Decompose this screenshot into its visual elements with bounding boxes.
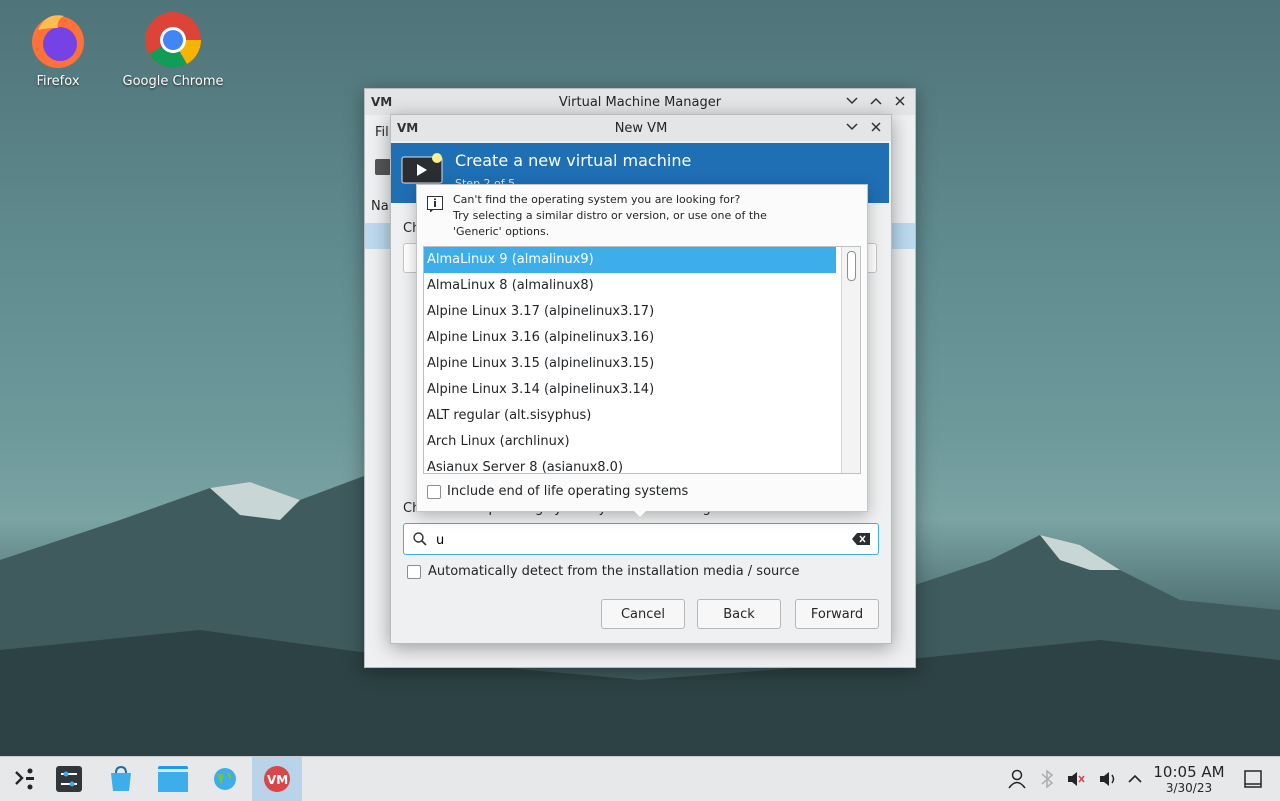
list-item[interactable]: Arch Linux (archlinux) (424, 429, 836, 455)
close-icon[interactable] (891, 92, 909, 110)
search-icon (413, 532, 427, 550)
popup-pointer (632, 509, 648, 517)
os-listbox[interactable]: AlmaLinux 9 (almalinux9) AlmaLinux 8 (al… (423, 246, 861, 474)
clear-text-icon[interactable] (852, 533, 870, 549)
back-button[interactable]: Back (697, 599, 781, 629)
svg-text:VM: VM (371, 95, 392, 108)
clock-date: 3/30/23 (1165, 781, 1213, 795)
cancel-button[interactable]: Cancel (601, 599, 685, 629)
virt-manager-task-icon[interactable]: VM (252, 757, 302, 801)
clock-time: 10:05 AM (1153, 763, 1225, 781)
desktop-icon-label: Firefox (36, 74, 80, 89)
chevron-up-icon[interactable] (1128, 773, 1142, 788)
list-item[interactable]: Asianux Server 8 (asianux8.0) (424, 455, 836, 473)
vmm-titlebar[interactable]: VM Virtual Machine Manager (365, 89, 915, 115)
show-desktop-icon[interactable] (1244, 770, 1262, 792)
svg-text:VM: VM (397, 121, 418, 134)
minimize-icon[interactable] (843, 92, 861, 110)
os-list-scrollbar[interactable] (841, 247, 860, 473)
clock[interactable]: 10:05 AM 3/30/23 (1150, 763, 1228, 796)
app-launcher-icon[interactable] (0, 757, 50, 801)
list-item[interactable]: Alpine Linux 3.15 (alpinelinux3.15) (424, 351, 836, 377)
speaker-muted-icon[interactable] (1066, 769, 1086, 793)
list-item[interactable]: AlmaLinux 9 (almalinux9) (424, 247, 836, 273)
info-icon (427, 196, 443, 216)
desktop-icon-chrome[interactable]: Google Chrome (118, 10, 228, 89)
firefox-icon (28, 10, 88, 70)
auto-detect-label: Automatically detect from the installati… (428, 564, 800, 579)
taskbar: VM 10:05 AM 3/30/23 (0, 756, 1280, 801)
hint-line: Can't find the operating system you are … (453, 193, 741, 206)
system-settings-icon[interactable] (44, 757, 94, 801)
file-manager-icon[interactable] (148, 757, 198, 801)
new-vm-titlebar[interactable]: VM New VM (391, 115, 891, 141)
hint-line: 'Generic' options. (453, 225, 550, 238)
close-icon[interactable] (867, 118, 885, 136)
list-item[interactable]: Alpine Linux 3.14 (alpinelinux3.14) (424, 377, 836, 403)
volume-icon[interactable] (1098, 769, 1118, 793)
scrollbar-thumb[interactable] (847, 251, 856, 281)
auto-detect-checkbox[interactable] (407, 564, 421, 579)
user-icon[interactable] (1008, 769, 1026, 793)
network-globe-icon[interactable] (200, 757, 250, 801)
hint-line: Try selecting a similar distro or versio… (453, 209, 767, 222)
bluetooth-disabled-icon[interactable] (1040, 769, 1054, 793)
list-item[interactable]: Alpine Linux 3.16 (alpinelinux3.16) (424, 325, 836, 351)
os-select-popup: Can't find the operating system you are … (416, 184, 868, 512)
vmm-menu-file[interactable]: Fil (375, 125, 389, 140)
eol-row[interactable]: Include end of life operating systems (427, 484, 688, 499)
vmm-toolbar-icon[interactable] (375, 159, 391, 175)
vmm-title: Virtual Machine Manager (558, 94, 722, 110)
eol-label: Include end of life operating systems (447, 484, 689, 499)
list-item[interactable]: Alpine Linux 3.17 (alpinelinux3.17) (424, 299, 836, 325)
vmm-logo-icon: VM (397, 120, 419, 138)
desktop-icon-label: Google Chrome (122, 74, 224, 89)
popup-hint: Can't find the operating system you are … (453, 192, 767, 240)
wizard-title: Create a new virtual machine (455, 151, 692, 170)
svg-text:VM: VM (267, 773, 288, 787)
desktop-icon-firefox[interactable]: Firefox (3, 10, 113, 89)
eol-checkbox[interactable] (427, 484, 441, 499)
new-vm-title: New VM (614, 120, 668, 136)
list-item[interactable]: ALT regular (alt.sisyphus) (424, 403, 836, 429)
auto-detect-row[interactable]: Automatically detect from the installati… (407, 564, 799, 579)
discover-store-icon[interactable] (96, 757, 146, 801)
vmm-logo-icon: VM (371, 94, 393, 112)
list-item[interactable]: AlmaLinux 8 (almalinux8) (424, 273, 836, 299)
os-search-field[interactable] (403, 523, 879, 555)
forward-button[interactable]: Forward (795, 599, 879, 629)
os-search-input[interactable] (434, 528, 848, 552)
maximize-icon[interactable] (867, 92, 885, 110)
minimize-icon[interactable] (843, 118, 861, 136)
chrome-icon (143, 10, 203, 70)
